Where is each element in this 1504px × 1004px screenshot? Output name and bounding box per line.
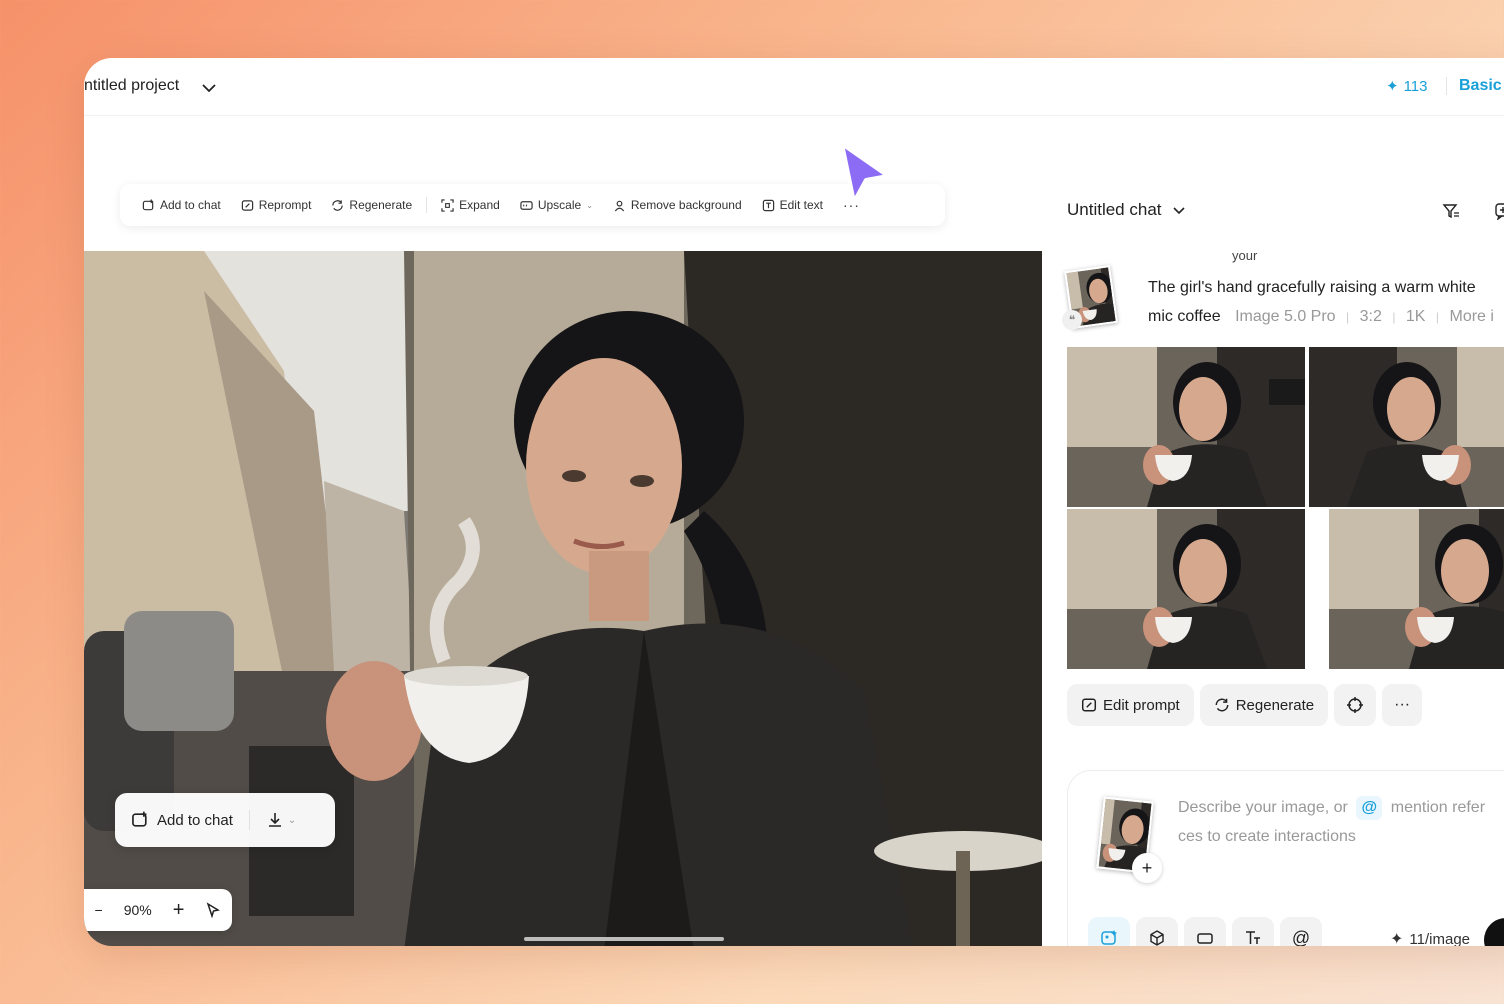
chevron-down-icon xyxy=(1172,207,1185,215)
aspect-ratio-tool[interactable] xyxy=(1184,917,1226,946)
person-remove-icon xyxy=(614,200,625,211)
prompt-text: The girl's hand gracefully raising a war… xyxy=(1148,279,1476,296)
expand-button[interactable]: Expand xyxy=(431,198,510,212)
prompt-label-your: your xyxy=(1232,248,1258,263)
image-toolbar: Add to chat Reprompt Regenerate Expand U… xyxy=(120,184,945,226)
expand-icon xyxy=(441,198,454,212)
ellipsis-icon: ··· xyxy=(1394,696,1411,713)
sparkle-icon: ✦ xyxy=(1390,931,1404,946)
upscale-label: Upscale xyxy=(537,198,582,212)
add-chat-icon xyxy=(142,198,154,210)
new-chat-icon[interactable] xyxy=(1494,202,1504,220)
rate-label: 11/image xyxy=(1409,930,1470,947)
chevron-down-icon: ⌄ xyxy=(586,200,593,210)
result-grid xyxy=(1067,347,1504,671)
result-image-1[interactable] xyxy=(1067,347,1305,507)
result-image-3[interactable] xyxy=(1067,509,1305,669)
app-window: ntitled project ✦ 113 Basic Add to chat … xyxy=(84,58,1504,946)
result-image-4[interactable] xyxy=(1309,509,1504,669)
reprompt-label: Reprompt xyxy=(258,198,312,212)
placeholder-part2: mention refer xyxy=(1390,799,1486,816)
text-tool[interactable] xyxy=(1232,917,1274,946)
send-button[interactable] xyxy=(1484,918,1504,946)
prompt-input[interactable]: Describe your image, or @ mention refer … xyxy=(1178,793,1504,851)
placeholder-line2: ces to create interactions xyxy=(1178,828,1356,845)
resolution-label: 1K xyxy=(1405,308,1426,325)
prompt-text-continued: mic coffee xyxy=(1148,308,1221,325)
placeholder-part1: Describe your image, or xyxy=(1178,799,1348,816)
regenerate-button[interactable]: Regenerate xyxy=(1199,684,1329,726)
remove-background-label: Remove background xyxy=(630,198,742,212)
regenerate-icon xyxy=(1215,698,1229,712)
credits-value: 113 xyxy=(1403,77,1428,95)
prompt-meta: mic coffee Image 5.0 Pro | 3:2 | 1K | Mo… xyxy=(1148,308,1494,325)
upscale-button[interactable]: Upscale ⌄ xyxy=(510,198,603,212)
add-to-chat-label: Add to chat xyxy=(160,198,221,212)
top-bar: ntitled project ✦ 113 Basic xyxy=(84,58,1504,116)
chat-title-label: Untitled chat xyxy=(1067,200,1162,219)
edit-prompt-label: Edit prompt xyxy=(1103,696,1180,714)
horizontal-scrollbar[interactable] xyxy=(524,937,724,941)
add-reference-button[interactable]: + xyxy=(1132,853,1162,883)
plan-badge[interactable]: Basic xyxy=(1446,77,1502,95)
regenerate-label: Regenerate xyxy=(1235,696,1315,714)
model-3d-tool[interactable] xyxy=(1136,917,1178,946)
edit-text-button[interactable]: Edit text xyxy=(752,198,833,212)
model-label: Image 5.0 Pro xyxy=(1235,308,1336,325)
more-info-link[interactable]: More i xyxy=(1450,308,1494,325)
add-chat-icon xyxy=(132,811,147,827)
rectangle-icon xyxy=(1197,933,1213,944)
ratio-label: 3:2 xyxy=(1359,308,1382,325)
composer-tools: @ xyxy=(1088,917,1322,946)
more-options-button[interactable]: ··· xyxy=(1382,684,1423,726)
reprompt-icon xyxy=(241,199,253,211)
result-image-2[interactable] xyxy=(1309,347,1504,507)
chat-title[interactable]: Untitled chat xyxy=(1067,200,1186,220)
chevron-down-icon[interactable]: ⌄ xyxy=(288,815,296,826)
chat-panel: Untitled chat your ❝ The girl's hand gra… xyxy=(1042,116,1504,946)
quote-icon: ❝ xyxy=(1062,310,1082,330)
edit-prompt-button[interactable]: Edit prompt xyxy=(1067,684,1194,726)
cube-icon xyxy=(1150,930,1164,946)
upscale-icon xyxy=(520,200,533,210)
at-icon: @ xyxy=(1291,927,1311,947)
regenerate-icon xyxy=(332,199,344,211)
target-button[interactable] xyxy=(1334,684,1377,726)
credit-rate: ✦ 11/image xyxy=(1390,929,1470,947)
image-floating-actions: Add to chat ⌄ xyxy=(115,793,335,847)
text-size-icon xyxy=(1246,931,1260,944)
zoom-out-button[interactable]: − xyxy=(95,902,103,918)
download-icon[interactable] xyxy=(266,811,284,829)
sparkle-icon: ✦ xyxy=(1386,78,1399,95)
mouse-cursor-icon xyxy=(840,142,890,204)
image-generate-tool[interactable] xyxy=(1088,917,1130,946)
add-to-chat-button[interactable]: Add to chat xyxy=(132,198,231,212)
zoom-controls: − 90% + xyxy=(84,889,232,931)
mention-chip: @ xyxy=(1356,796,1383,820)
edit-icon xyxy=(1081,698,1097,712)
mention-tool[interactable]: @ xyxy=(1280,917,1322,946)
filter-icon[interactable] xyxy=(1442,202,1460,220)
remove-background-button[interactable]: Remove background xyxy=(603,198,752,212)
result-actions: Edit prompt Regenerate ··· xyxy=(1067,684,1423,726)
crosshair-icon xyxy=(1347,697,1364,713)
toolbar-divider xyxy=(426,197,428,213)
prompt-composer[interactable]: + Describe your image, or @ mention refe… xyxy=(1067,770,1504,946)
reprompt-button[interactable]: Reprompt xyxy=(231,198,322,212)
zoom-level: 90% xyxy=(123,902,152,918)
project-title[interactable]: ntitled project xyxy=(84,77,179,95)
divider xyxy=(248,810,250,830)
add-to-chat-button[interactable]: Add to chat xyxy=(157,812,233,829)
image-sparkle-icon xyxy=(1101,930,1117,945)
expand-label: Expand xyxy=(459,198,500,212)
pointer-tool-icon[interactable] xyxy=(205,902,221,918)
overlay-box xyxy=(1269,379,1305,405)
zoom-in-button[interactable]: + xyxy=(173,899,185,922)
credits-counter[interactable]: ✦ 113 xyxy=(1386,77,1428,96)
edit-text-label: Edit text xyxy=(779,198,823,212)
regenerate-button[interactable]: Regenerate xyxy=(321,198,422,212)
chevron-down-icon[interactable] xyxy=(200,79,218,97)
regenerate-label: Regenerate xyxy=(349,198,413,212)
text-box-icon xyxy=(762,199,774,211)
